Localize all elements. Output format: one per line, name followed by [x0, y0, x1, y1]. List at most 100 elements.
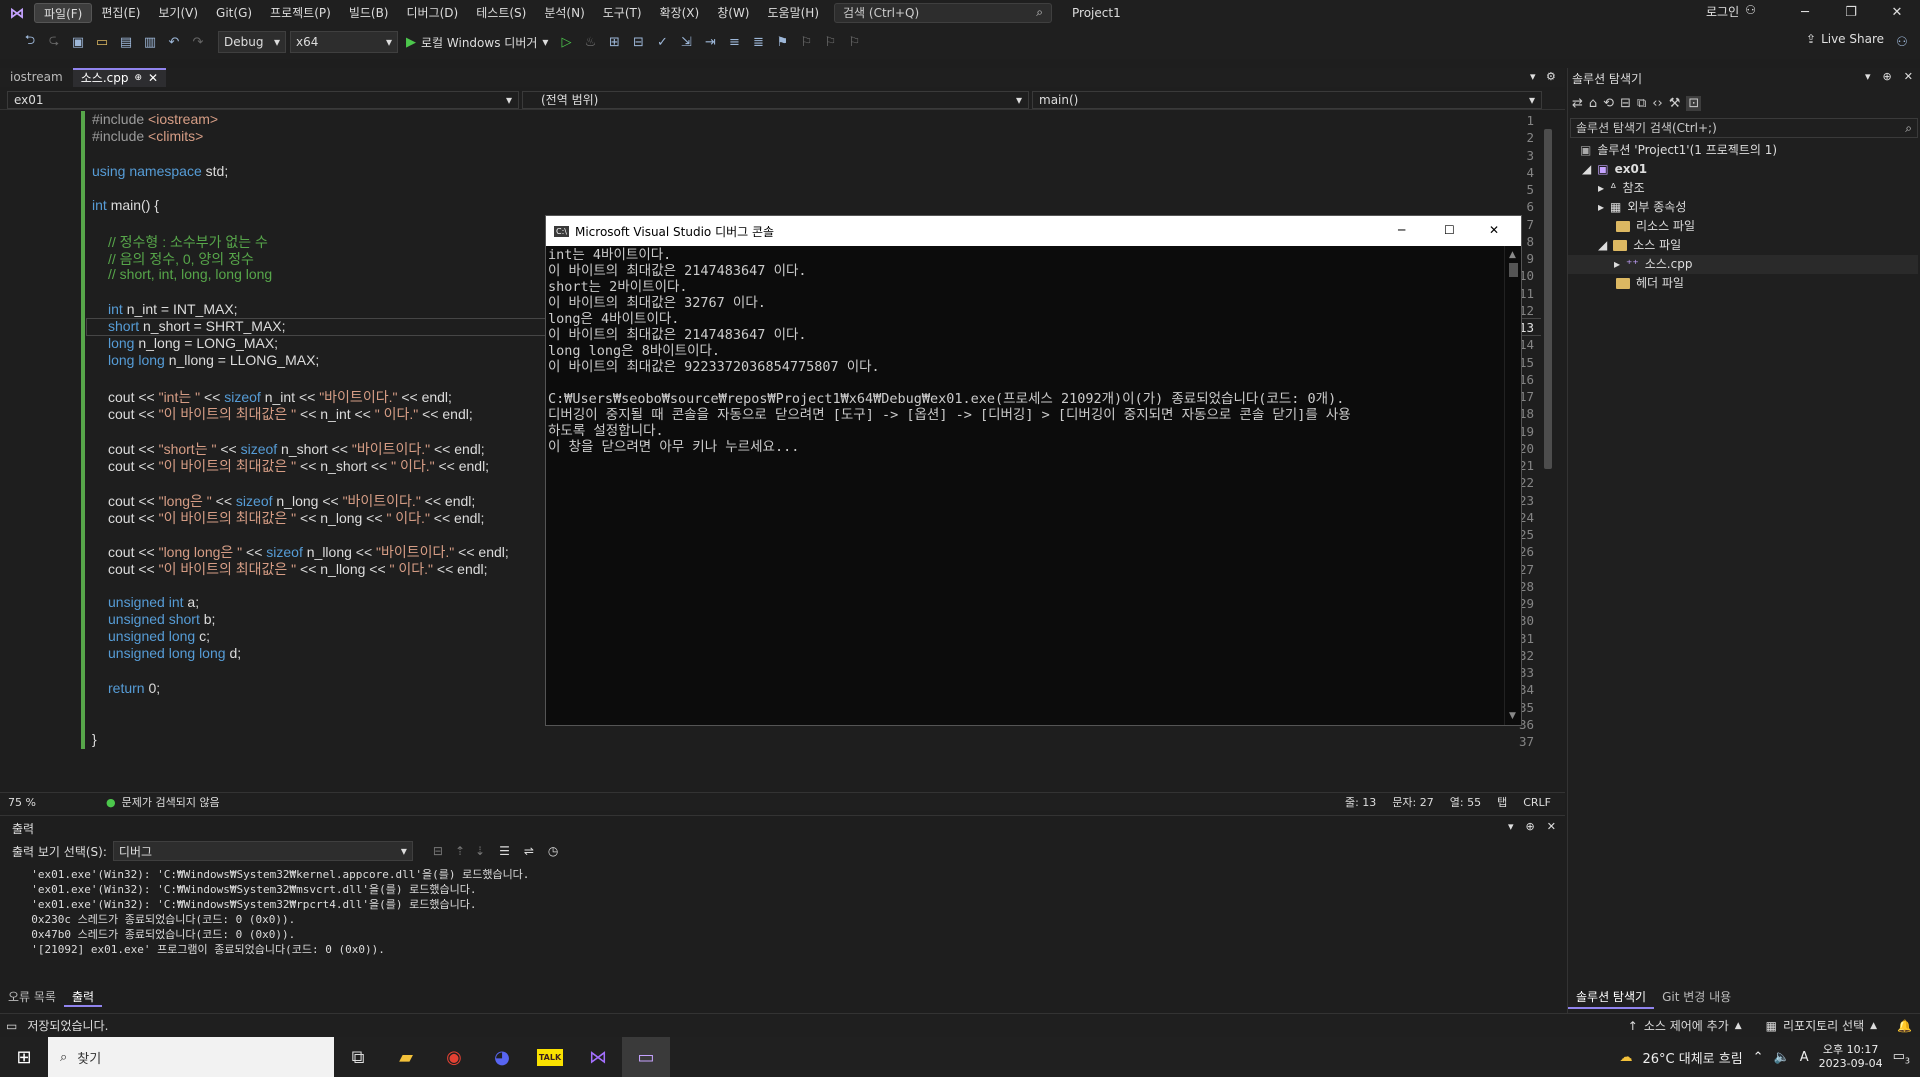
- tree-references[interactable]: ▸ ᐞ 참조: [1598, 179, 1645, 198]
- search-box[interactable]: 검색 (Ctrl+Q) ⌕: [834, 2, 1053, 23]
- file-explorer-icon[interactable]: ▰: [382, 1037, 430, 1077]
- prev-message-icon[interactable]: ⇡: [455, 844, 465, 858]
- close-icon[interactable]: ✕: [1874, 0, 1920, 25]
- scrollbar-thumb[interactable]: [1544, 129, 1552, 469]
- tab-error-list[interactable]: 오류 목록: [0, 987, 64, 1007]
- sync-icon[interactable]: ⟲: [1603, 96, 1614, 111]
- volume-icon[interactable]: 🔈: [1774, 1050, 1790, 1065]
- close-icon[interactable]: ✕: [1547, 820, 1556, 833]
- pin-icon[interactable]: ⊕: [1526, 820, 1535, 833]
- restore-icon[interactable]: ❐: [1828, 0, 1874, 25]
- redo-icon[interactable]: ↷: [188, 32, 208, 52]
- tab-output[interactable]: 출력: [63, 987, 103, 1007]
- minimize-icon[interactable]: ─: [1398, 223, 1405, 237]
- platform-select[interactable]: x64 ▾: [290, 31, 398, 53]
- step-icon[interactable]: ⇲: [676, 32, 696, 52]
- show-all-files-icon[interactable]: ⧉: [1637, 96, 1646, 111]
- pin-icon[interactable]: ⊕: [1883, 70, 1892, 83]
- taskbar-search[interactable]: ⌕ 찾기: [48, 1037, 334, 1077]
- find-message-icon[interactable]: ⊟: [433, 844, 443, 858]
- bell-icon[interactable]: 🔔: [1897, 1019, 1912, 1033]
- configuration-select[interactable]: Debug ▾: [218, 31, 286, 53]
- clock-icon[interactable]: ◷: [548, 844, 558, 858]
- input-method-indicator[interactable]: A: [1800, 1050, 1809, 1065]
- scrollbar-thumb[interactable]: [1509, 263, 1518, 277]
- visual-studio-taskbar-icon[interactable]: ⋈: [574, 1037, 622, 1077]
- menu-extensions[interactable]: 확장(X): [651, 3, 709, 23]
- menu-tools[interactable]: 도구(T): [594, 3, 651, 23]
- tab-overflow-icon[interactable]: ▾: [1530, 70, 1536, 83]
- menu-view[interactable]: 보기(V): [149, 3, 207, 23]
- column-position[interactable]: 열: 55: [1450, 794, 1481, 810]
- chevron-down-icon[interactable]: ▾: [1508, 820, 1514, 833]
- weather-text[interactable]: 26°C 대체로 흐림: [1642, 1048, 1742, 1067]
- minimize-icon[interactable]: ─: [1782, 0, 1828, 25]
- menu-git[interactable]: Git(G): [207, 3, 261, 23]
- tab-git-changes[interactable]: Git 변경 내용: [1654, 987, 1739, 1009]
- close-tab-icon[interactable]: ✕: [148, 71, 158, 86]
- chevron-up-icon[interactable]: ⌃: [1753, 1050, 1764, 1065]
- preview-icon[interactable]: ⊡: [1686, 95, 1702, 111]
- menu-window[interactable]: 창(W): [708, 3, 758, 23]
- wrench-icon[interactable]: ⚒: [1669, 96, 1681, 111]
- start-without-debugging-icon[interactable]: ▷: [556, 32, 576, 52]
- word-wrap-icon[interactable]: ⇌: [524, 844, 534, 858]
- indent-mode[interactable]: 탭: [1497, 794, 1507, 810]
- menu-build[interactable]: 빌드(B): [340, 3, 398, 23]
- discord-icon[interactable]: ◕: [478, 1037, 526, 1077]
- solution-search-input[interactable]: 솔루션 탐색기 검색(Ctrl+;) ⌕: [1570, 118, 1918, 138]
- tree-solution[interactable]: ▣ 솔루션 'Project1'(1 프로젝트의 1): [1580, 141, 1777, 160]
- tree-external-deps[interactable]: ▸ ▦ 외부 종속성: [1598, 198, 1686, 217]
- menu-help[interactable]: 도움말(H): [759, 3, 829, 23]
- tab-iostream[interactable]: iostream: [0, 68, 73, 87]
- comment-icon[interactable]: ≡: [724, 32, 744, 52]
- new-project-icon[interactable]: ▣: [68, 32, 88, 52]
- menu-debug[interactable]: 디버그(D): [398, 3, 468, 23]
- bookmark-icon[interactable]: ⚑: [772, 32, 792, 52]
- chevron-down-icon[interactable]: ▾: [1865, 70, 1871, 83]
- uncomment-icon[interactable]: ≣: [748, 32, 768, 52]
- collapse-icon[interactable]: ⊟: [1620, 96, 1631, 111]
- menu-analyze[interactable]: 분석(N): [535, 3, 593, 23]
- hot-reload-icon[interactable]: ♨: [580, 32, 600, 52]
- next-message-icon[interactable]: ⇣: [475, 844, 485, 858]
- close-icon[interactable]: ✕: [1904, 70, 1913, 83]
- forward-icon[interactable]: ⮎: [44, 32, 64, 52]
- browse-icon[interactable]: ⊞: [604, 32, 624, 52]
- undo-icon[interactable]: ↶: [164, 32, 184, 52]
- live-share-button[interactable]: ⇪ Live Share: [1806, 32, 1884, 46]
- feedback-icon[interactable]: ⚇: [1892, 32, 1912, 52]
- tree-project[interactable]: ◢ ▣ ex01: [1582, 160, 1647, 179]
- tree-header-files[interactable]: 헤더 파일: [1616, 274, 1684, 293]
- windows-start-icon[interactable]: ⊞: [0, 1037, 48, 1077]
- bookmark-next-icon[interactable]: ⚐: [820, 32, 840, 52]
- clock[interactable]: 오후 10:17 2023-09-04: [1819, 1043, 1883, 1071]
- kakaotalk-icon[interactable]: TALK: [526, 1037, 574, 1077]
- start-debugging-button[interactable]: ▶ 로컬 Windows 디버거 ▾: [402, 34, 552, 51]
- maximize-icon[interactable]: ☐: [1444, 223, 1455, 237]
- spellcheck-icon[interactable]: ✓: [652, 32, 672, 52]
- global-scope-select[interactable]: (전역 범위) ▾: [522, 91, 1029, 109]
- clear-all-icon[interactable]: ☰: [499, 844, 510, 858]
- menu-edit[interactable]: 편집(E): [92, 3, 149, 23]
- layout-icon[interactable]: ⊟: [628, 32, 648, 52]
- switch-views-icon[interactable]: ⇄: [1572, 96, 1583, 111]
- task-view-icon[interactable]: ⧉: [334, 1037, 382, 1077]
- project-scope-select[interactable]: ex01 ▾: [7, 91, 519, 109]
- editor-scrollbar[interactable]: [1541, 111, 1555, 791]
- zoom-level[interactable]: 75 %: [8, 796, 58, 809]
- issues-status[interactable]: 문제가 검색되지 않음: [122, 794, 220, 810]
- tree-resource-files[interactable]: 리소스 파일: [1616, 217, 1695, 236]
- tab-source-cpp[interactable]: 소스.cpp ⊕ ✕: [72, 68, 167, 87]
- output-source-select[interactable]: 디버그 ▾: [112, 841, 413, 861]
- chrome-icon[interactable]: ◉: [430, 1037, 478, 1077]
- bookmark-prev-icon[interactable]: ⚐: [796, 32, 816, 52]
- open-icon[interactable]: ▭: [92, 32, 112, 52]
- select-repository-button[interactable]: 리포지토리 선택: [1783, 1017, 1864, 1034]
- save-icon[interactable]: ▤: [116, 32, 136, 52]
- pin-icon[interactable]: ⊕: [134, 71, 142, 86]
- line-position[interactable]: 줄: 13: [1345, 794, 1376, 810]
- scroll-up-icon[interactable]: ▲: [1509, 250, 1516, 260]
- add-source-control-button[interactable]: 소스 제어에 추가: [1644, 1017, 1729, 1034]
- login-area[interactable]: 로그인 ⚇: [1706, 3, 1756, 20]
